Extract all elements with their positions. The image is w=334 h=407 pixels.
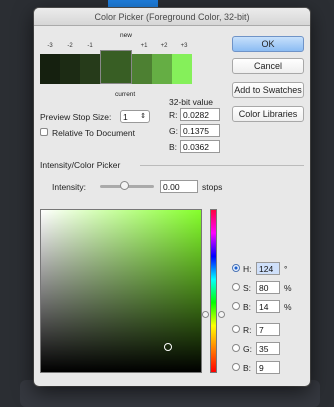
32bit-value-header: 32-bit value	[169, 97, 213, 107]
green-radio[interactable]	[232, 344, 240, 352]
b-unit: %	[284, 302, 292, 312]
preview-swatch[interactable]	[152, 54, 172, 84]
intensity-label: Intensity:	[52, 182, 87, 192]
stop-label: -2	[67, 43, 73, 49]
brightness-radio[interactable]	[232, 302, 240, 310]
intensity-slider-thumb[interactable]	[120, 181, 129, 190]
h-unit: °	[284, 264, 288, 274]
hue-marker-right[interactable]	[218, 311, 225, 318]
preview-swatch[interactable]	[40, 54, 60, 84]
color-picker-dialog: Color Picker (Foreground Color, 32-bit) …	[34, 8, 310, 386]
stop-label: +2	[160, 43, 168, 49]
b2-label: B:	[243, 363, 252, 373]
r-field[interactable]: 7	[256, 323, 280, 336]
s-label: S:	[243, 283, 252, 293]
g32-field[interactable]: 0.1375	[180, 124, 220, 137]
ok-button[interactable]: OK	[232, 36, 304, 52]
b-label: B:	[243, 302, 252, 312]
intensity-unit: stops	[202, 182, 223, 192]
background-accent	[108, 0, 158, 8]
preview-swatch[interactable]	[132, 54, 152, 84]
b2-field[interactable]: 9	[256, 361, 280, 374]
s-field[interactable]: 80	[256, 281, 280, 294]
color-libraries-button[interactable]: Color Libraries	[232, 106, 304, 122]
new-label: new	[120, 32, 132, 39]
b32-label: B:	[169, 142, 178, 152]
hue-marker-left[interactable]	[202, 311, 209, 318]
preview-swatch[interactable]	[172, 54, 192, 84]
red-radio[interactable]	[232, 325, 240, 333]
current-color-swatch[interactable]	[100, 50, 132, 84]
stop-size-select[interactable]: 1 ⇕	[120, 110, 150, 123]
add-to-swatches-button[interactable]: Add to Swatches	[232, 82, 304, 98]
hue-slider[interactable]	[210, 209, 217, 373]
intensity-field[interactable]: 0.00	[160, 180, 198, 193]
g-label: G:	[243, 344, 252, 354]
preview-swatch[interactable]	[60, 54, 80, 84]
stepper-icon: ⇕	[140, 113, 146, 120]
preview-swatch[interactable]	[80, 54, 100, 84]
cancel-button[interactable]: Cancel	[232, 58, 304, 74]
saturation-radio[interactable]	[232, 283, 240, 291]
h-label: H:	[243, 264, 252, 274]
color-field[interactable]	[40, 209, 202, 373]
current-label: current	[115, 91, 136, 98]
stop-label: -1	[87, 43, 93, 49]
section-divider	[140, 165, 304, 166]
stop-size-value: 1	[123, 112, 128, 122]
relative-to-document-checkbox[interactable]	[40, 128, 48, 136]
color-picker-cursor[interactable]	[164, 343, 172, 351]
r32-label: R:	[169, 110, 178, 120]
g-field[interactable]: 35	[256, 342, 280, 355]
g32-label: G:	[169, 126, 178, 136]
intensity-section-label: Intensity/Color Picker	[40, 160, 121, 170]
r32-field[interactable]: 0.0282	[180, 108, 220, 121]
r-label: R:	[243, 325, 252, 335]
s-unit: %	[284, 283, 292, 293]
b32-field[interactable]: 0.0362	[180, 140, 220, 153]
blue-radio[interactable]	[232, 363, 240, 371]
h-field[interactable]: 124	[256, 262, 280, 275]
relative-to-document-label: Relative To Document	[52, 128, 135, 138]
stop-label: +1	[140, 43, 148, 49]
dialog-title: Color Picker (Foreground Color, 32-bit)	[34, 8, 310, 26]
hue-radio[interactable]	[232, 264, 240, 272]
stop-size-label: Preview Stop Size:	[40, 112, 112, 122]
b-field[interactable]: 14	[256, 300, 280, 313]
stop-label: +3	[180, 43, 188, 49]
preview-swatches	[40, 50, 192, 84]
stop-label: -3	[47, 43, 53, 49]
